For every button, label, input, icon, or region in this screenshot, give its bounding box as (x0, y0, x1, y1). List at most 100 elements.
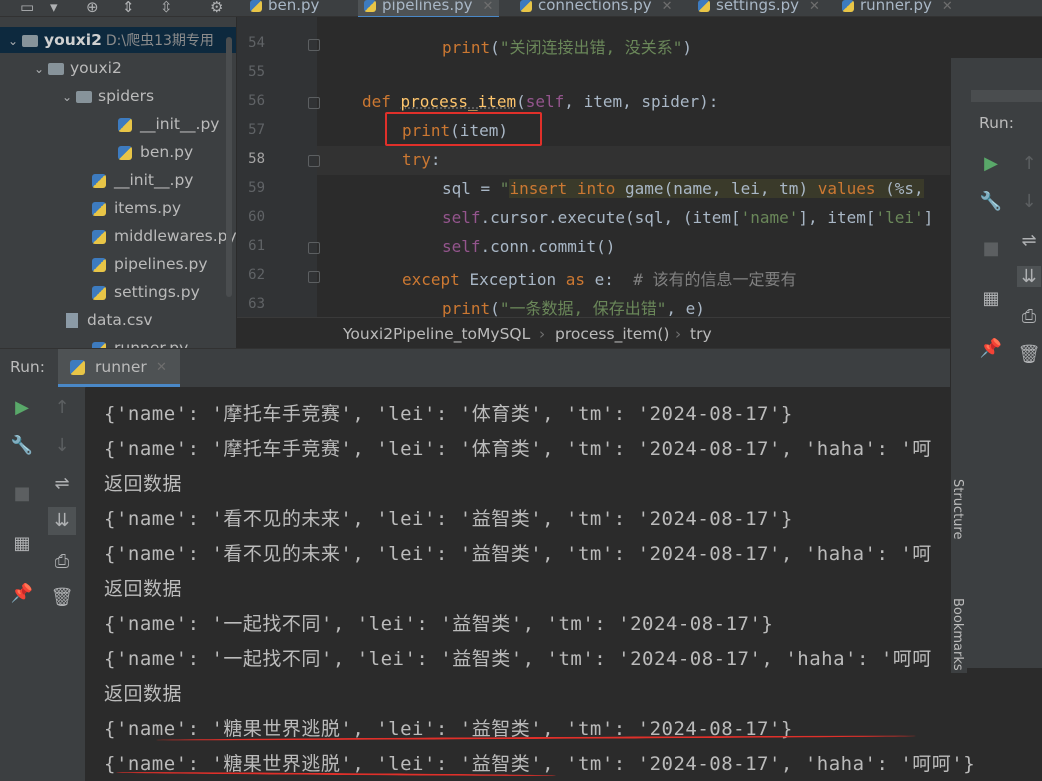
breadcrumb-try[interactable]: try (690, 318, 712, 350)
line-number: 57 (248, 122, 265, 138)
tab-runner[interactable]: runner.py ✕ (842, 0, 953, 16)
code-token: self (525, 92, 565, 111)
python-file-icon (92, 257, 106, 272)
code-token: "关闭连接出错, 没关系" (499, 38, 683, 57)
code-line-60: self.cursor.execute(sql, (item['name'], … (442, 208, 933, 227)
expand-all-icon[interactable]: ⇕ (122, 0, 135, 16)
tree-item-runner[interactable]: runner.py (92, 335, 188, 348)
code-token: " (499, 179, 510, 198)
fold-marker-icon[interactable] (308, 242, 320, 254)
gear-icon[interactable]: ⚙ (210, 0, 223, 16)
run-icon[interactable]: ▶ (10, 397, 34, 418)
tab-connections[interactable]: connections.py ✕ (520, 0, 673, 16)
print-icon[interactable]: ⎙ (50, 551, 74, 572)
down-arrow-icon[interactable]: ↓ (1017, 191, 1041, 212)
fold-marker-icon[interactable] (308, 39, 320, 51)
code-token: ) (682, 38, 692, 57)
dropdown-icon[interactable]: ▾ (50, 0, 58, 16)
stop-icon[interactable]: ■ (10, 483, 34, 504)
fold-marker-icon[interactable] (308, 155, 320, 167)
tree-item-label: spiders (98, 87, 155, 105)
fold-marker-icon[interactable] (308, 97, 320, 109)
breadcrumb: Youxi2Pipeline_toMySQL › process_item() … (237, 317, 950, 350)
close-icon[interactable]: ✕ (483, 0, 494, 14)
tree-item-data-csv[interactable]: data.csv (66, 307, 153, 333)
bookmarks-tool-label[interactable]: Bookmarks (950, 598, 965, 671)
stop-icon[interactable]: ■ (979, 238, 1003, 259)
structure-tool-label[interactable]: Structure (950, 479, 965, 539)
tree-item-settings[interactable]: settings.py (92, 279, 200, 305)
code-token: sql = (442, 179, 500, 198)
chevron-down-icon[interactable]: ⌄ (62, 84, 76, 110)
annotation-red-box (385, 112, 542, 146)
trash-icon[interactable]: 🗑 (50, 587, 74, 608)
close-icon[interactable]: ✕ (156, 360, 167, 375)
tree-item-label: ben.py (140, 143, 194, 161)
line-number: 56 (248, 93, 265, 109)
close-icon[interactable]: ✕ (942, 0, 953, 14)
pin-icon[interactable]: 📌 (979, 338, 1003, 359)
folder-icon (48, 62, 64, 75)
tree-item-spiders-init[interactable]: __init__.py (118, 111, 219, 137)
tree-item-ben[interactable]: ben.py (118, 139, 193, 165)
pin-icon[interactable]: 📌 (10, 583, 34, 604)
tree-scrollbar[interactable] (226, 37, 232, 297)
fold-marker-icon[interactable] (308, 271, 320, 283)
up-arrow-icon[interactable]: ↑ (1017, 153, 1041, 174)
project-view-icon[interactable]: ▭ (20, 0, 34, 16)
breadcrumb-function[interactable]: process_item() (555, 318, 669, 350)
code-token: print (442, 38, 491, 57)
python-file-icon (520, 0, 532, 12)
line-number: 54 (248, 35, 265, 51)
tree-item-init[interactable]: __init__.py (92, 167, 193, 193)
tree-item-pipelines[interactable]: pipelines.py (92, 251, 208, 277)
scroll-to-end-icon[interactable]: ⇊ (48, 507, 76, 535)
code-token: as (565, 270, 595, 289)
tree-item-items[interactable]: items.py (92, 195, 181, 221)
tab-settings[interactable]: settings.py ✕ (698, 0, 820, 16)
code-line-62: except Exception as e: # 该有的信息一定要有 (402, 266, 796, 290)
trash-icon[interactable]: 🗑 (1017, 344, 1041, 365)
run-label: Run: (979, 114, 1014, 132)
code-token: def (362, 92, 401, 111)
down-arrow-icon[interactable]: ↓ (50, 435, 74, 456)
console-line: {'name': '一起找不同', 'lei': '益智类', 'tm': '2… (104, 648, 932, 670)
tree-item-middlewares[interactable]: middlewares.py (92, 223, 236, 249)
scroll-to-end-icon[interactable]: ⇊ (1017, 266, 1041, 287)
soft-wrap-icon[interactable]: ⇌ (50, 473, 74, 494)
side-strip: Structure Bookmarks (950, 473, 967, 673)
code-token: 'name' (740, 208, 799, 227)
close-icon[interactable]: ✕ (809, 0, 820, 14)
close-icon[interactable]: ✕ (662, 0, 673, 14)
console-output[interactable]: {'name': '摩托车手竞赛', 'lei': '体育类', 'tm': '… (86, 387, 975, 781)
wrench-icon[interactable]: 🔧 (979, 191, 1003, 212)
locate-icon[interactable]: ⊕ (86, 0, 99, 16)
code-token: # 该有的信息一定要有 (633, 270, 797, 289)
layout-icon[interactable]: ▦ (10, 533, 34, 554)
wrench-icon[interactable]: 🔧 (10, 435, 34, 456)
tree-item-youxi2[interactable]: ⌄ youxi2 (34, 55, 122, 81)
code-editor[interactable]: 54 55 56 57 58 59 60 61 62 63 print("关闭连… (237, 17, 950, 317)
python-file-icon (118, 117, 132, 132)
line-number: 59 (248, 180, 265, 196)
code-line-61: self.conn.commit() (442, 237, 615, 256)
tab-label: connections.py (538, 0, 652, 14)
code-line-59: sql = "insert into game(name, lei, tm) v… (442, 179, 924, 198)
run-icon[interactable]: ▶ (979, 153, 1003, 174)
tree-item-label: __init__.py (140, 115, 220, 133)
tab-label: ben.py (268, 0, 320, 14)
chevron-down-icon[interactable]: ⌄ (34, 56, 48, 82)
run-tab-runner[interactable]: runner ✕ (58, 349, 180, 387)
layout-icon[interactable]: ▦ (979, 288, 1003, 309)
chevron-down-icon[interactable]: ⌄ (8, 28, 22, 54)
breadcrumb-class[interactable]: Youxi2Pipeline_toMySQL (343, 318, 530, 350)
tree-item-spiders[interactable]: ⌄ spiders (62, 83, 154, 109)
tab-ben[interactable]: ben.py (250, 0, 319, 16)
soft-wrap-icon[interactable]: ⇌ (1017, 230, 1041, 251)
code-token: ( (490, 38, 500, 57)
collapse-all-icon[interactable]: ⇳ (160, 0, 173, 16)
code-token: except (402, 270, 470, 289)
up-arrow-icon[interactable]: ↑ (50, 397, 74, 418)
print-icon[interactable]: ⎙ (1017, 306, 1041, 327)
tree-root[interactable]: ⌄ youxi2 D:\爬虫13期专用 (0, 27, 236, 53)
